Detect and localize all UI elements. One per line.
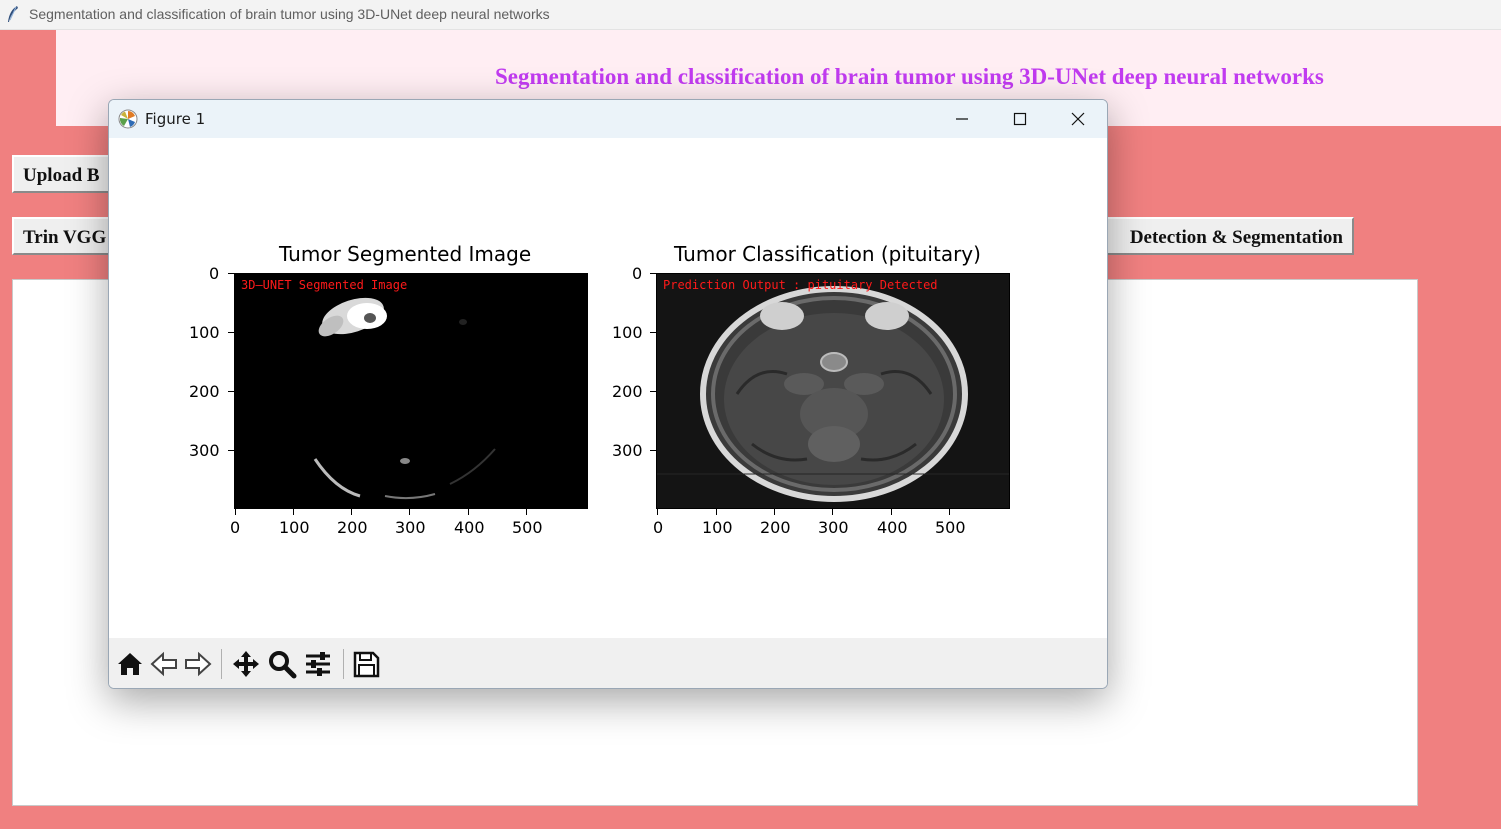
app-titlebar: Segmentation and classification of brain…	[0, 0, 1501, 30]
tick-mark	[468, 509, 469, 515]
x-tick-label: 400	[454, 518, 485, 537]
tick-mark	[409, 509, 410, 515]
right-axes-title: Tumor Classification (pituitary)	[674, 242, 981, 266]
x-tick-label: 100	[702, 518, 733, 537]
figure-window: Figure 1 Tumor Segmented Image 3D–UNET S…	[108, 99, 1108, 689]
y-tick-label: 300	[612, 441, 643, 460]
tick-mark	[774, 509, 775, 515]
left-axes-title: Tumor Segmented Image	[279, 242, 532, 266]
home-icon[interactable]	[115, 649, 145, 679]
tick-mark	[235, 509, 236, 515]
save-icon[interactable]	[351, 649, 381, 679]
x-tick-label: 300	[395, 518, 426, 537]
tick-mark	[228, 450, 234, 451]
tick-mark	[526, 509, 527, 515]
prediction-overlay-label: Prediction Output : pituitary Detected	[663, 278, 938, 292]
tick-mark	[293, 509, 294, 515]
x-tick-label: 200	[760, 518, 791, 537]
x-tick-label: 0	[653, 518, 664, 537]
tick-mark	[650, 332, 656, 333]
x-tick-label: 400	[877, 518, 908, 537]
x-tick-label: 300	[818, 518, 849, 537]
configure-subplots-icon[interactable]	[303, 649, 333, 679]
close-icon	[1071, 112, 1085, 126]
pan-icon[interactable]	[231, 649, 261, 679]
tick-mark	[650, 273, 656, 274]
toolbar-separator	[221, 649, 222, 679]
x-tick-label: 200	[337, 518, 368, 537]
figure-title: Figure 1	[145, 110, 206, 128]
maximize-button[interactable]	[991, 100, 1049, 138]
y-tick-label: 0	[632, 264, 643, 283]
y-tick-label: 100	[612, 323, 643, 342]
y-tick-label: 100	[189, 323, 220, 342]
tick-mark	[228, 273, 234, 274]
tick-mark	[891, 509, 892, 515]
tick-mark	[650, 450, 656, 451]
segmented-image: 3D–UNET Segmented Image	[234, 273, 588, 509]
y-tick-label: 200	[612, 382, 643, 401]
close-button[interactable]	[1049, 100, 1107, 138]
x-tick-label: 500	[512, 518, 543, 537]
zoom-icon[interactable]	[267, 649, 297, 679]
tick-mark	[228, 391, 234, 392]
minimize-icon	[956, 118, 968, 120]
back-icon[interactable]	[149, 649, 179, 679]
tick-mark	[657, 509, 658, 515]
matplotlib-logo-icon	[118, 109, 138, 129]
y-tick-label: 0	[209, 264, 220, 283]
segmented-tumor-mask	[235, 274, 587, 508]
figure-toolbar	[109, 638, 1107, 688]
forward-icon[interactable]	[183, 649, 213, 679]
toolbar-separator	[343, 649, 344, 679]
tick-mark	[228, 332, 234, 333]
segmented-overlay-label: 3D–UNET Segmented Image	[241, 278, 408, 292]
y-tick-label: 200	[189, 382, 220, 401]
maximize-icon	[1013, 112, 1027, 126]
tick-mark	[351, 509, 352, 515]
x-tick-label: 500	[935, 518, 966, 537]
brain-mri-scan	[657, 274, 1009, 508]
minimize-button[interactable]	[933, 100, 991, 138]
tick-mark	[716, 509, 717, 515]
x-tick-label: 0	[230, 518, 241, 537]
feather-icon	[8, 6, 18, 22]
figure-titlebar[interactable]: Figure 1	[109, 100, 1107, 138]
tick-mark	[832, 509, 833, 515]
x-tick-label: 100	[279, 518, 310, 537]
page-title: Segmentation and classification of brain…	[495, 64, 1324, 89]
y-tick-label: 300	[189, 441, 220, 460]
classification-image: Prediction Output : pituitary Detected	[656, 273, 1010, 509]
tick-mark	[949, 509, 950, 515]
tick-mark	[650, 391, 656, 392]
app-window-title: Segmentation and classification of brain…	[29, 6, 550, 22]
